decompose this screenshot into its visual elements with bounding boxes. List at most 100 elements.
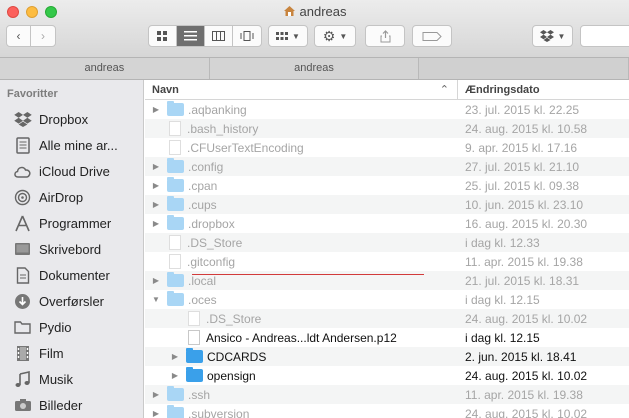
file-name: .bash_history [187,121,259,136]
table-row[interactable]: Ansico - Andreas...ldt Andersen.p12 i dag… [145,328,629,347]
cloud-icon [13,162,32,181]
date-column-header[interactable]: Ændringsdato [458,80,629,99]
disclosure-closed-icon[interactable]: ▶ [151,105,161,114]
cover-flow-icon [240,31,254,41]
disclosure-closed-icon[interactable]: ▶ [151,390,161,399]
table-row[interactable]: ▶ .dropbox 16. aug. 2015 kl. 20.30 [145,214,629,233]
sidebar-item-label: Skrivebord [39,241,102,257]
search-field[interactable] [580,25,629,47]
table-row[interactable]: ▶ opensign 24. aug. 2015 kl. 10.02 [145,366,629,385]
table-row[interactable]: .CFUserTextEncoding 9. apr. 2015 kl. 17.1… [145,138,629,157]
sidebar-item-pydio[interactable]: Pydio [0,314,143,340]
disclosure-open-icon[interactable]: ▼ [151,295,161,304]
new-tab-button[interactable] [419,58,629,79]
table-row[interactable]: .gitconfig 11. apr. 2015 kl. 19.38 [145,252,629,271]
sidebar-item-downloads[interactable]: Overførsler [0,288,143,314]
disclosure-closed-icon[interactable]: ▶ [151,162,161,171]
disclosure-closed-icon[interactable]: ▶ [170,371,180,380]
file-name: opensign [207,368,256,383]
sidebar-item-documents[interactable]: Dokumenter [0,262,143,288]
table-row[interactable]: ▼ .oces i dag kl. 12.15 [145,290,629,309]
disclosure-closed-icon[interactable]: ▶ [170,352,180,361]
folder-icon [167,158,184,173]
tab-andreas-2[interactable]: andreas [210,58,420,79]
disclosure-closed-icon[interactable]: ▶ [151,219,161,228]
downloads-icon [13,292,32,311]
table-row[interactable]: ▶ .config 27. jul. 2015 kl. 21.10 [145,157,629,176]
tag-icon [422,31,442,41]
sidebar-item-label: Film [39,345,64,361]
window-title-text: andreas [299,4,347,19]
sidebar-item-label: iCloud Drive [39,163,110,179]
file-list: Navn ⌃ Ændringsdato ▶ .aqbanking 23. jul. … [145,80,629,418]
sidebar-item-airdrop[interactable]: AirDrop [0,184,143,210]
dropbox-toolbar-button[interactable]: ▼ [532,25,573,47]
table-row[interactable]: ▶ .cups 10. jun. 2015 kl. 23.10 [145,195,629,214]
forward-button[interactable]: › [31,26,55,46]
name-column-header[interactable]: Navn ⌃ [145,80,458,99]
sidebar-item-all-files[interactable]: Alle mine ar... [0,132,143,158]
list-view-button[interactable] [176,26,206,46]
chevron-down-icon: ▼ [339,31,348,41]
arrange-button[interactable]: ▼ [268,25,308,47]
list-view-icon [183,31,197,41]
table-row[interactable]: ▶ .subversion 24. aug. 2015 kl. 10.02 [145,404,629,418]
disclosure-closed-icon[interactable]: ▶ [151,276,161,285]
sidebar-item-icloud[interactable]: iCloud Drive [0,158,143,184]
file-name: Ansico - Andreas...ldt Andersen.p12 [206,330,397,345]
file-name: .cpan [188,178,218,193]
file-name: CDCARDS [207,349,267,364]
row-date-cell: 23. jul. 2015 kl. 22.25 [465,102,580,117]
file-name: .DS_Store [187,235,243,250]
sidebar-item-dropbox[interactable]: Dropbox [0,106,143,132]
table-row[interactable]: .DS_Store 24. aug. 2015 kl. 10.02 [145,309,629,328]
file-name: .oces [188,292,217,307]
row-name-cell: ▶ .subversion [145,404,458,418]
row-date-cell: i dag kl. 12.15 [465,330,540,345]
cover-flow-button[interactable] [233,26,261,46]
table-row[interactable]: ▶ .aqbanking 23. jul. 2015 kl. 22.25 [145,100,629,119]
file-name: .aqbanking [188,102,247,117]
tags-button[interactable] [412,25,452,47]
column-view-button[interactable] [205,26,233,46]
document-icon [188,330,200,345]
row-date-cell: 2. jun. 2015 kl. 18.41 [465,349,577,364]
row-name-cell: ▶ .dropbox [145,214,458,233]
table-row[interactable]: ▶ .cpan 25. jul. 2015 kl. 09.38 [145,176,629,195]
disclosure-closed-icon[interactable]: ▶ [151,181,161,190]
table-row[interactable]: .DS_Store i dag kl. 12.33 [145,233,629,252]
document-icon [169,235,181,250]
dropbox-icon [539,30,554,42]
sort-ascending-icon: ⌃ [439,84,449,96]
share-button[interactable] [365,25,405,47]
chevron-down-icon: ▼ [557,31,566,41]
row-date-cell: 21. jul. 2015 kl. 18.31 [465,273,580,288]
tab-andreas-1[interactable]: andreas [0,58,210,79]
disclosure-closed-icon[interactable]: ▶ [151,200,161,209]
row-date-cell: i dag kl. 12.15 [465,292,540,307]
file-name: .cups [188,197,217,212]
sidebar-item-desktop[interactable]: Skrivebord [0,236,143,262]
chevron-left-icon: ‹ [16,29,21,43]
table-row[interactable]: .bash_history 24. aug. 2015 kl. 10.58 [145,119,629,138]
row-name-cell: ▶ .cups [145,195,458,214]
row-date-cell: 16. aug. 2015 kl. 20.30 [465,216,588,231]
file-name: .ssh [188,387,211,402]
music-icon [13,370,32,389]
folder-icon [186,348,203,363]
sidebar-item-pictures[interactable]: Billeder [0,392,143,418]
sidebar-item-music[interactable]: Musik [0,366,143,392]
row-name-cell: ▶ .ssh [145,385,458,404]
table-row[interactable]: ▶ .ssh 11. apr. 2015 kl. 19.38 [145,385,629,404]
sidebar-item-film[interactable]: Film [0,340,143,366]
icon-view-button[interactable] [149,26,177,46]
sidebar-item-applications[interactable]: Programmer [0,210,143,236]
action-button[interactable]: ⚙ ▼ [314,25,356,47]
folder-icon [167,386,184,401]
disclosure-closed-icon[interactable]: ▶ [151,409,161,418]
file-name: .gitconfig [187,254,236,269]
back-button[interactable]: ‹ [7,26,32,46]
table-row[interactable]: ▶ CDCARDS 2. jun. 2015 kl. 18.41 [145,347,629,366]
column-view-icon [211,31,225,41]
row-name-cell: .DS_Store [145,309,458,328]
